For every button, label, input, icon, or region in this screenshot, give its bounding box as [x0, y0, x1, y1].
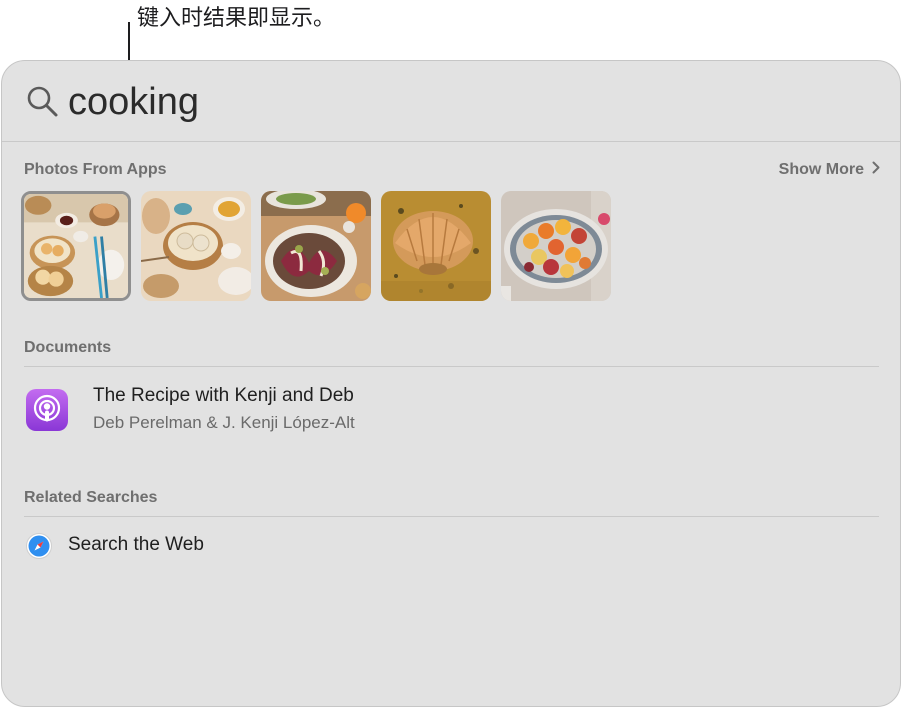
divider: [24, 366, 879, 367]
document-subtitle: Deb Perelman & J. Kenji López-Alt: [93, 413, 355, 432]
section-title-photos: Photos From Apps: [24, 161, 167, 178]
show-more-button[interactable]: Show More: [779, 161, 880, 179]
section-title-related-searches: Related Searches: [24, 489, 158, 506]
photo-scallop-dish[interactable]: [381, 191, 491, 301]
search-input[interactable]: [68, 77, 828, 127]
search-the-web-item[interactable]: Search the Web: [24, 531, 879, 561]
photo-salad[interactable]: [261, 191, 371, 301]
photo-citrus-platter[interactable]: [501, 191, 611, 301]
search-bar: [2, 61, 900, 142]
photo-dim-sum[interactable]: [21, 191, 131, 301]
document-result[interactable]: The Recipe with Kenji and Deb Deb Perelm…: [24, 383, 879, 439]
search-the-web-label: Search the Web: [68, 534, 204, 555]
search-icon: [26, 85, 60, 119]
section-title-documents: Documents: [24, 339, 112, 356]
show-more-label: Show More: [778, 161, 864, 178]
document-title: The Recipe with Kenji and Deb: [93, 385, 354, 406]
callout-annotation: 键入时结果即显示。: [137, 6, 336, 31]
divider: [24, 516, 879, 517]
spotlight-window: Photos From Apps Show More: [1, 60, 901, 707]
chevron-right-icon: [872, 161, 880, 179]
podcast-icon: [26, 389, 68, 431]
photo-dumplings[interactable]: [141, 191, 251, 301]
photo-results: [21, 191, 611, 301]
safari-icon: [26, 533, 52, 559]
screen: 键入时结果即显示。 Photos From Apps Show More: [0, 0, 907, 710]
